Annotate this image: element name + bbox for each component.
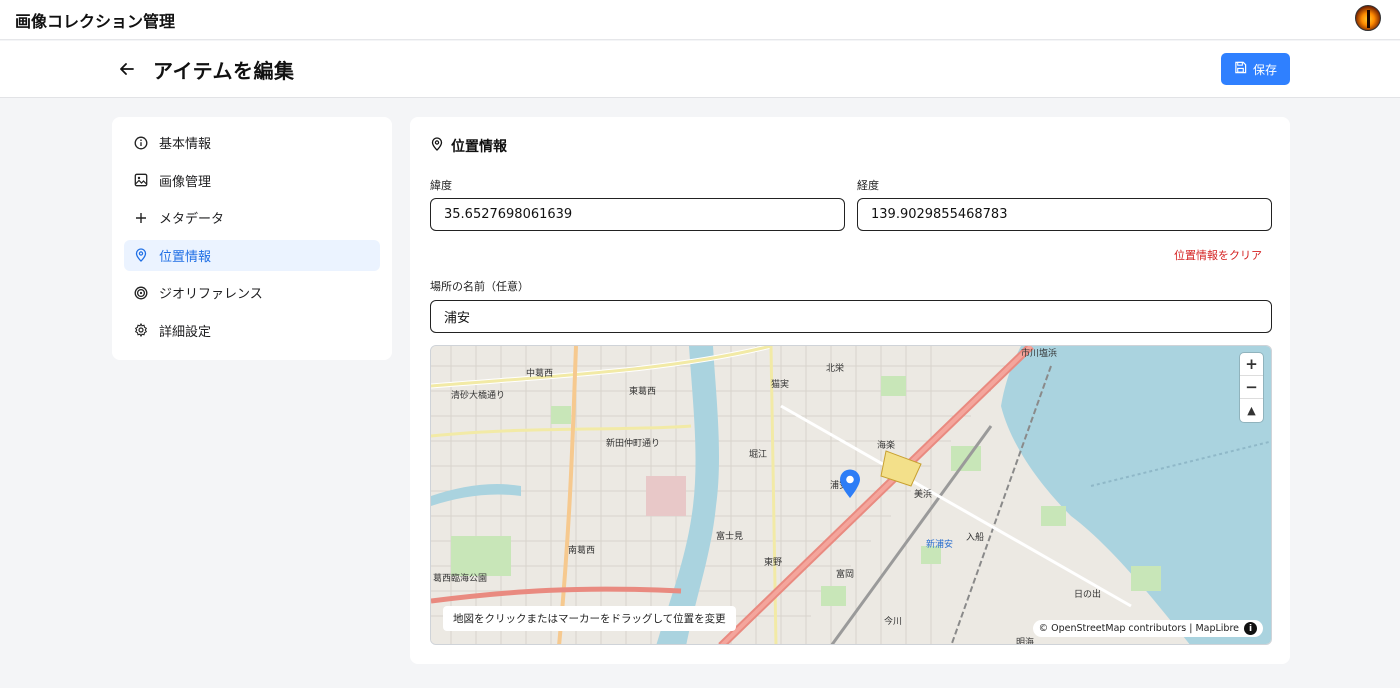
map-label: 今川 [884,617,903,627]
back-arrow-icon[interactable] [117,59,137,79]
map-label: 北栄 [826,364,845,374]
map-label: 市川塩浜 [1021,349,1058,359]
sidebar-item-basic-info[interactable]: 基本情報 [124,127,380,158]
section-title: 位置情報 [430,136,507,156]
zoom-in-button[interactable]: + [1240,353,1263,376]
map-label: 富岡 [836,570,855,580]
map-pin-icon [430,137,444,155]
sidebar-item-metadata[interactable]: メタデータ [124,202,380,233]
map-label: 東野 [764,558,783,568]
zoom-control: + − ▲ [1240,353,1263,422]
info-icon [134,136,148,150]
longitude-input[interactable]: 139.9029855468783 [857,198,1272,231]
map-label: 清砂大橋通り [451,391,506,401]
place-name-label: 場所の名前（任意） [430,280,529,293]
map-view[interactable]: 中葛西 東葛西 清砂大橋通り 新田仲町通り 南葛西 富士見 東野 富岡 今川 北… [430,345,1272,645]
map-label: 葛西臨海公園 [433,574,488,584]
longitude-label: 経度 [857,179,879,192]
gear-icon [134,323,148,337]
map-label: 新浦安 [926,540,954,550]
map-label: 明海 [1016,638,1035,645]
target-icon [134,286,148,300]
latitude-input[interactable]: 35.6527698061639 [430,198,845,231]
location-panel: 位置情報 緯度 35.6527698061639 経度 139.90298554… [410,117,1290,664]
zoom-out-button[interactable]: − [1240,376,1263,399]
sidebar-item-label: 位置情報 [159,249,212,265]
sidebar-item-label: 詳細設定 [159,324,212,340]
map-hint: 地図をクリックまたはマーカーをドラッグして位置を変更 [443,606,736,631]
info-icon[interactable]: i [1244,622,1257,635]
sidebar-item-label: メタデータ [159,212,225,227]
map-label: 東葛西 [629,387,657,397]
page-header: アイテムを編集 保存 [0,41,1400,98]
map-label: 富士見 [716,532,744,542]
map-label: 海楽 [877,441,896,451]
map-label: 南葛西 [568,546,596,556]
map-label: 猫実 [771,380,790,390]
sidebar: 基本情報 画像管理 メタデータ 位置情報 ジオリファレンス 詳細設定 [112,117,392,360]
map-attribution: © OpenStreetMap contributors | MapLibre … [1032,620,1263,637]
map-pin-icon [134,248,148,262]
section-title-text: 位置情報 [451,139,507,155]
attribution-text[interactable]: © OpenStreetMap contributors | MapLibre [1039,623,1239,634]
save-button-label: 保存 [1252,62,1277,77]
save-button[interactable]: 保存 [1221,53,1290,85]
plus-icon [134,211,148,225]
sidebar-item-georeference[interactable]: ジオリファレンス [124,277,380,308]
compass-button[interactable]: ▲ [1240,399,1263,422]
clear-location-link[interactable]: 位置情報をクリア [1174,247,1262,263]
map-label: 日の出 [1074,590,1102,600]
avatar[interactable] [1355,5,1381,31]
latitude-label: 緯度 [430,179,452,192]
image-icon [134,173,148,187]
map-label: 新田仲町通り [606,439,661,449]
map-label: 美浜 [914,490,933,500]
location-marker[interactable] [839,469,861,503]
sidebar-item-location[interactable]: 位置情報 [124,239,380,271]
map-label: 中葛西 [526,369,554,379]
sidebar-item-images[interactable]: 画像管理 [124,165,380,196]
page-title: アイテムを編集 [153,59,295,83]
sidebar-item-label: 基本情報 [159,137,212,152]
app-title: 画像コレクション管理 [15,12,176,31]
map-label: 入船 [966,533,985,543]
map-label: 堀江 [749,450,768,460]
sidebar-item-label: ジオリファレンス [159,287,263,302]
top-bar: 画像コレクション管理 [0,0,1400,40]
sidebar-item-label: 画像管理 [159,174,212,190]
save-icon [1234,61,1247,77]
place-name-input[interactable]: 浦安 [430,300,1272,333]
sidebar-item-advanced-settings[interactable]: 詳細設定 [124,315,380,346]
